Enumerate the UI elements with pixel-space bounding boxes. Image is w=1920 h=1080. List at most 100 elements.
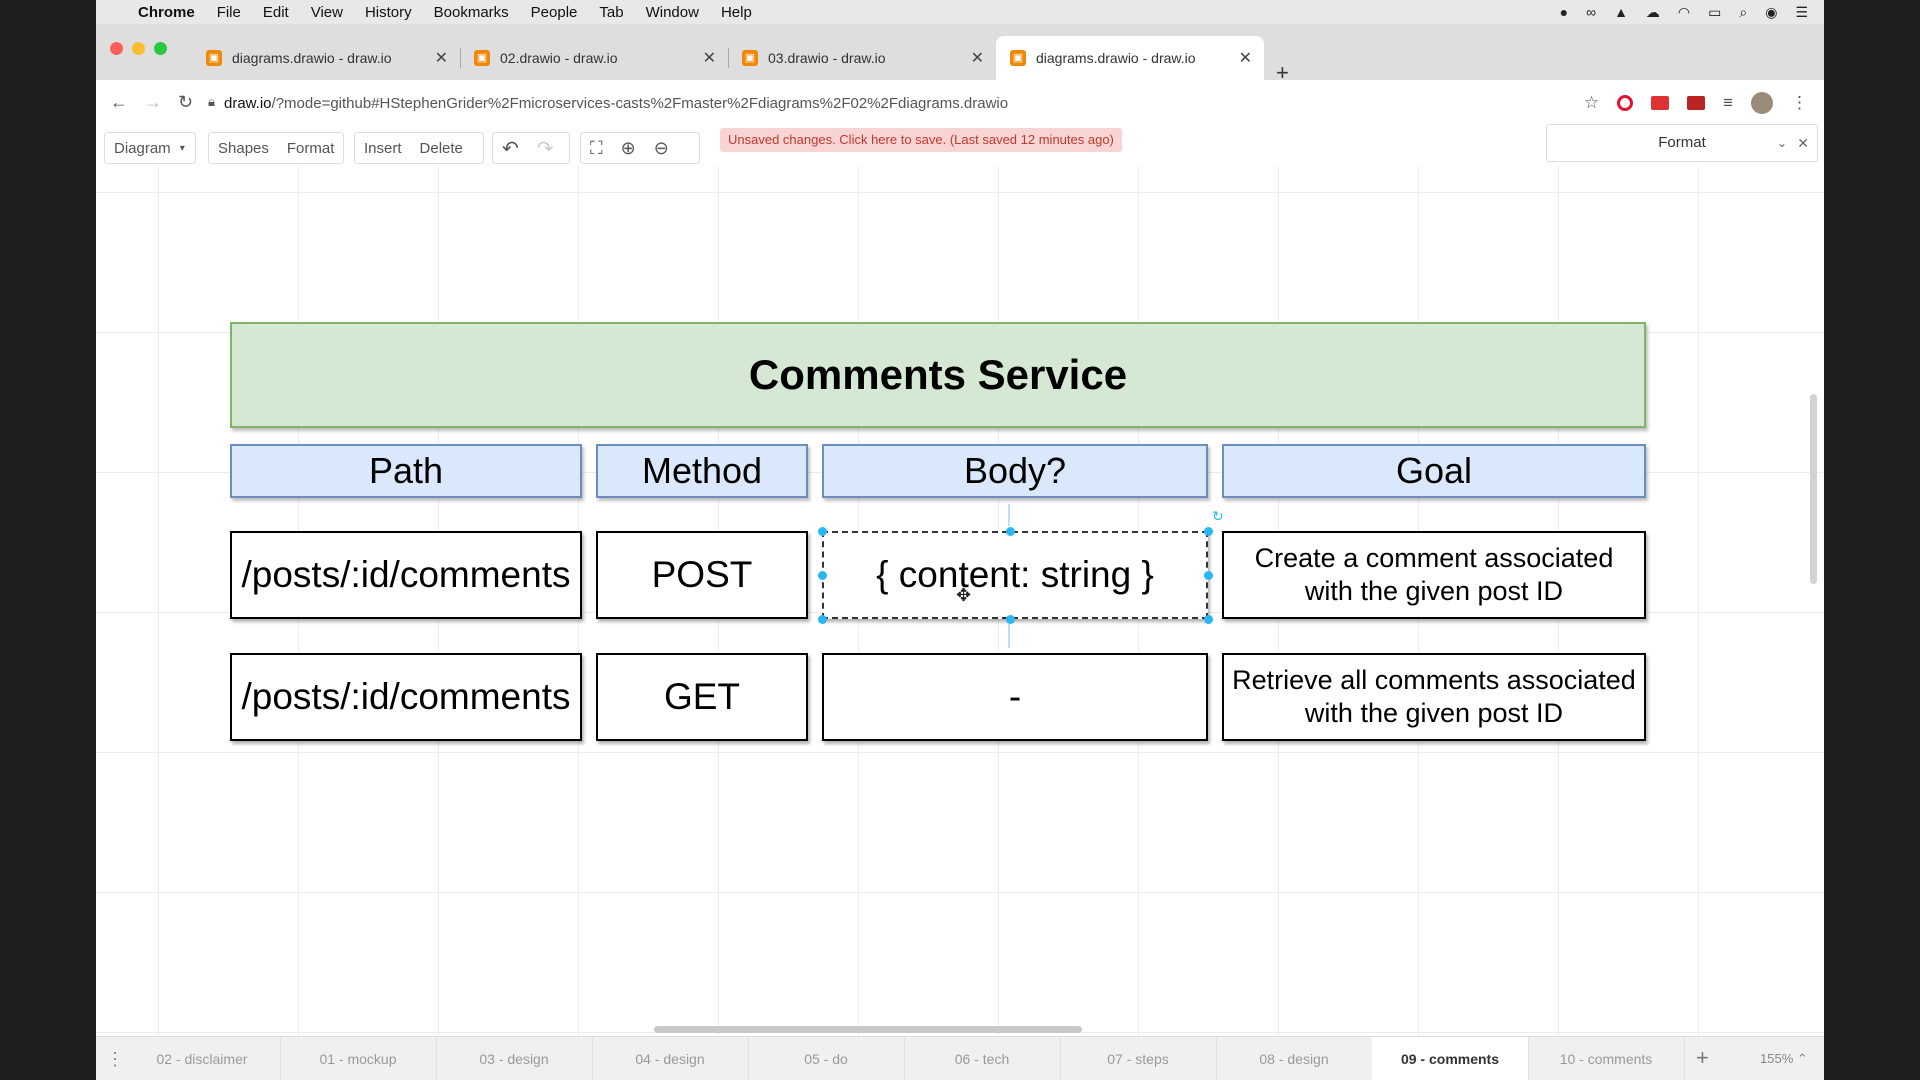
browser-tab-3[interactable]: ▣ 03.drawio - draw.io ✕ (728, 36, 996, 80)
close-window-button[interactable] (110, 42, 123, 55)
menu-window[interactable]: Window (646, 4, 699, 21)
row1-path[interactable]: /posts/:id/comments (230, 531, 582, 619)
bookmark-star-icon[interactable]: ☆ (1584, 93, 1599, 113)
resize-handle[interactable] (818, 527, 827, 536)
undo-icon[interactable]: ↶ (493, 136, 528, 161)
row1-body-selected[interactable]: { content: string } (822, 531, 1208, 619)
menu-bookmarks[interactable]: Bookmarks (434, 4, 509, 21)
menu-view[interactable]: View (311, 4, 343, 21)
insert-button[interactable]: Insert (355, 140, 411, 157)
rotate-handle-icon[interactable]: ↻ (1212, 508, 1224, 525)
delete-button[interactable]: Delete (411, 140, 472, 157)
record-icon[interactable]: ● (1560, 4, 1568, 20)
resize-handle[interactable] (1204, 527, 1213, 536)
address-bar-row: ← → ↻ 🔒︎ draw.io/?mode=github#HStephenGr… (96, 80, 1824, 127)
close-panel-icon[interactable]: ✕ (1797, 125, 1809, 161)
browser-tab-2[interactable]: ▣ 02.drawio - draw.io ✕ (460, 36, 729, 80)
format-button[interactable]: Format (278, 140, 344, 157)
menu-file[interactable]: File (217, 4, 241, 21)
url-path: /?mode=github#HStephenGrider%2Fmicroserv… (271, 95, 1009, 112)
page-tab-10-comments[interactable]: 10 - comments (1528, 1037, 1685, 1080)
menu-edit[interactable]: Edit (263, 4, 289, 21)
wifi-icon[interactable]: ◠ (1678, 4, 1690, 21)
browser-window: Chrome File Edit View History Bookmarks … (96, 0, 1824, 1080)
resize-handle[interactable] (1006, 527, 1015, 536)
menu-people[interactable]: People (531, 4, 578, 21)
forward-icon[interactable]: → (144, 92, 162, 113)
connector-arrow-up[interactable] (1008, 504, 1010, 526)
comments-service-title[interactable]: Comments Service (230, 322, 1646, 428)
zoom-in-icon[interactable]: ⊕ (612, 138, 645, 159)
row1-method[interactable]: POST (596, 531, 808, 619)
url-field[interactable]: draw.io/?mode=github#HStephenGrider%2Fmi… (224, 95, 1008, 112)
maximize-window-button[interactable] (154, 42, 167, 55)
row2-goal[interactable]: Retrieve all comments associated with th… (1222, 653, 1646, 741)
page-tab-07-steps[interactable]: 07 - steps (1060, 1037, 1217, 1080)
close-tab-icon[interactable]: ✕ (1239, 48, 1252, 68)
header-goal[interactable]: Goal (1222, 444, 1646, 498)
fullscreen-icon[interactable]: ⛶ (581, 138, 612, 159)
page-tab-06-tech[interactable]: 06 - tech (904, 1037, 1061, 1080)
header-method[interactable]: Method (596, 444, 808, 498)
header-body[interactable]: Body? (822, 444, 1208, 498)
docker-icon[interactable]: ▲ (1614, 4, 1628, 20)
row2-body[interactable]: - (822, 653, 1208, 741)
edit-group: Insert Delete (354, 132, 484, 164)
page-tab-05-do[interactable]: 05 - do (748, 1037, 905, 1080)
browser-tab-1[interactable]: ▣ diagrams.drawio - draw.io ✕ (192, 36, 461, 80)
battery-icon[interactable]: ▭ (1708, 4, 1721, 21)
back-icon[interactable]: ← (110, 92, 128, 113)
resize-handle[interactable] (1204, 615, 1213, 624)
resize-handle[interactable] (1006, 615, 1015, 624)
opera-extension-icon[interactable] (1617, 95, 1634, 111)
connector-arrow-down[interactable] (1008, 624, 1010, 648)
tab-title: 02.drawio - draw.io (500, 50, 618, 66)
page-tab-08-design[interactable]: 08 - design (1216, 1037, 1373, 1080)
extension-icon[interactable] (1651, 96, 1670, 110)
row2-method[interactable]: GET (596, 653, 808, 741)
cloud-icon[interactable]: ☁ (1646, 4, 1660, 21)
diagram-menu-button[interactable]: Diagram (105, 140, 180, 157)
vertical-scrollbar[interactable] (1810, 394, 1817, 584)
siri-icon[interactable]: ◉ (1765, 4, 1777, 21)
header-path[interactable]: Path (230, 444, 582, 498)
minimize-window-button[interactable] (132, 42, 145, 55)
shield-extension-icon[interactable] (1687, 96, 1706, 110)
zoom-out-icon[interactable]: ⊖ (645, 138, 678, 159)
menu-tab[interactable]: Tab (599, 4, 623, 21)
add-page-button[interactable]: + (1696, 1045, 1709, 1071)
shapes-button[interactable]: Shapes (209, 140, 278, 157)
menu-help[interactable]: Help (721, 4, 752, 21)
resize-handle[interactable] (818, 615, 827, 624)
menu-history[interactable]: History (365, 4, 412, 21)
pages-menu-icon[interactable]: ⋮ (106, 1049, 124, 1070)
format-panel-header[interactable]: Format ⌄ ✕ (1546, 124, 1818, 162)
reading-list-icon[interactable]: ≡ (1723, 93, 1733, 113)
collapse-icon[interactable]: ⌄ (1777, 125, 1787, 161)
profile-avatar[interactable] (1751, 92, 1773, 114)
row1-goal[interactable]: Create a comment associated with the giv… (1222, 531, 1646, 619)
menu-app-name[interactable]: Chrome (138, 4, 195, 21)
search-icon[interactable]: ⌕ (1739, 4, 1747, 21)
zoom-level[interactable]: 155% ⌃ (1760, 1037, 1808, 1080)
notification-center-icon[interactable]: ☰ (1795, 4, 1808, 21)
close-tab-icon[interactable]: ✕ (435, 48, 448, 68)
page-tab-09-comments[interactable]: 09 - comments (1372, 1037, 1529, 1080)
redo-icon[interactable]: ↷ (528, 136, 563, 161)
resize-handle[interactable] (1204, 571, 1213, 580)
horizontal-scrollbar[interactable] (654, 1026, 1082, 1033)
glasses-icon[interactable]: ∞ (1586, 4, 1596, 20)
close-tab-icon[interactable]: ✕ (703, 48, 716, 68)
status-icons: ● ∞ ▲ ☁ ◠ ▭ ⌕ ◉ ☰ (1560, 0, 1808, 24)
page-tab-04-design[interactable]: 04 - design (592, 1037, 749, 1080)
row2-path[interactable]: /posts/:id/comments (230, 653, 582, 741)
reload-icon[interactable]: ↻ (178, 92, 193, 113)
page-tab-01-mockup[interactable]: 01 - mockup (280, 1037, 437, 1080)
browser-tab-active[interactable]: ▣ diagrams.drawio - draw.io ✕ (996, 36, 1264, 80)
menu-dots-icon[interactable]: ⋮ (1791, 93, 1808, 113)
resize-handle[interactable] (818, 571, 827, 580)
close-tab-icon[interactable]: ✕ (971, 48, 984, 68)
unsaved-changes-banner[interactable]: Unsaved changes. Click here to save. (La… (720, 128, 1122, 152)
page-tab-02-disclaimer[interactable]: 02 - disclaimer (124, 1037, 281, 1080)
page-tab-03-design[interactable]: 03 - design (436, 1037, 593, 1080)
